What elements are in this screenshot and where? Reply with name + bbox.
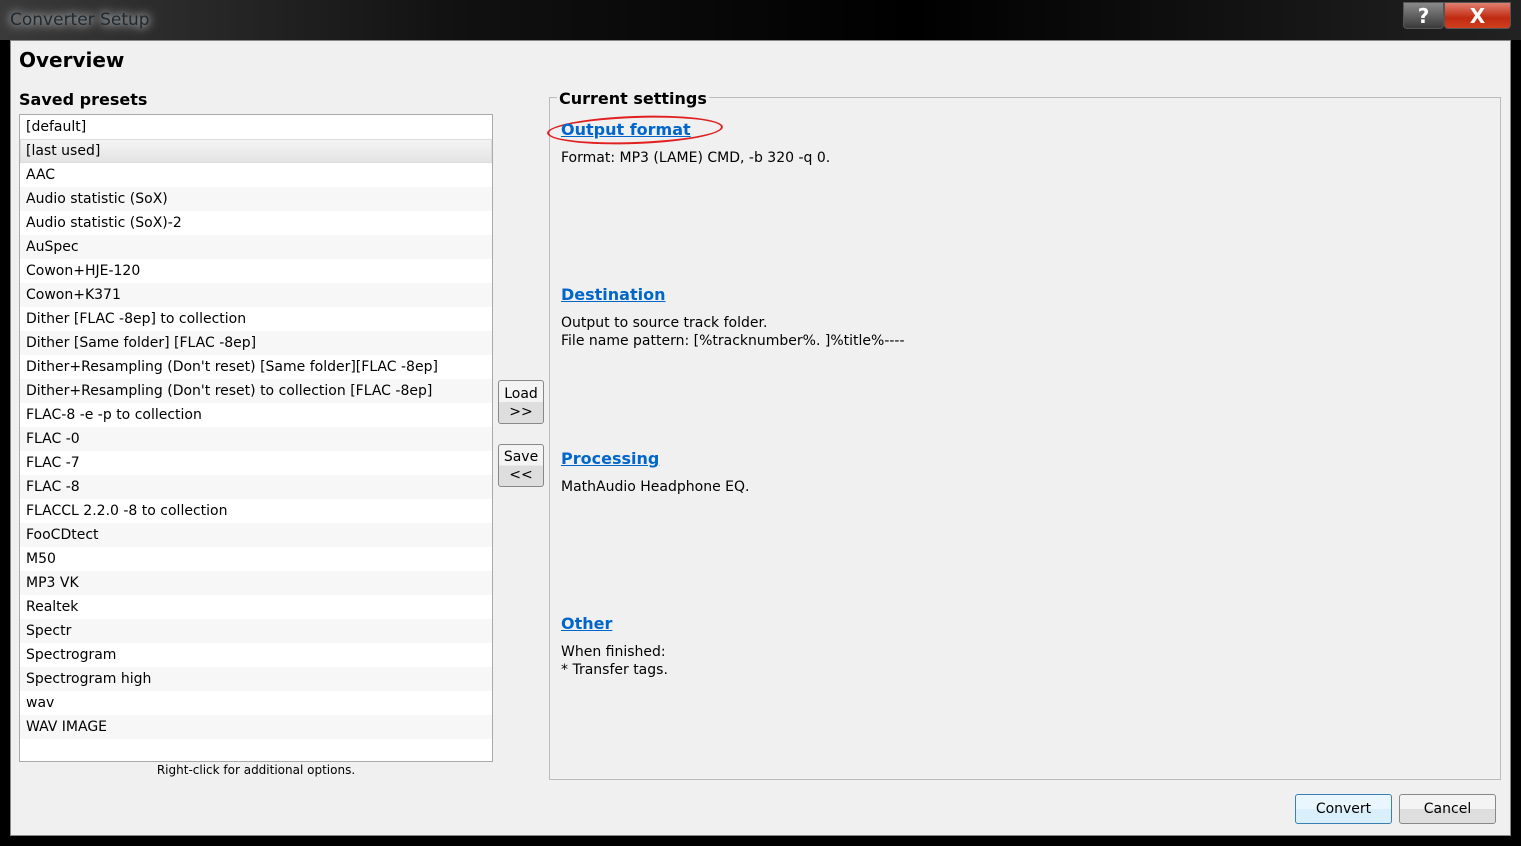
window-title: Converter Setup xyxy=(10,10,150,30)
preset-item[interactable]: Audio statistic (SoX) xyxy=(20,187,492,211)
preset-item[interactable]: Spectrogram high xyxy=(20,667,492,691)
preset-item[interactable]: Dither [Same folder] [FLAC -8ep] xyxy=(20,331,492,355)
preset-item[interactable]: FLAC-8 -e -p to collection xyxy=(20,403,492,427)
preset-item[interactable]: MP3 VK xyxy=(20,571,492,595)
preset-item[interactable]: Realtek xyxy=(20,595,492,619)
output-format-link[interactable]: Output format xyxy=(561,120,691,139)
other-section: Other When finished: * Transfer tags. xyxy=(561,614,668,679)
output-format-text: Format: MP3 (LAME) CMD, -b 320 -q 0. xyxy=(561,149,830,167)
processing-section: Processing MathAudio Headphone EQ. xyxy=(561,449,749,496)
preset-item[interactable]: [last used] xyxy=(20,139,492,163)
preset-item[interactable]: Cowon+HJE-120 xyxy=(20,259,492,283)
preset-item[interactable]: [default] xyxy=(20,115,492,139)
preset-item[interactable]: AAC xyxy=(20,163,492,187)
load-button[interactable]: Load >> xyxy=(498,380,544,424)
preset-item[interactable]: M50 xyxy=(20,547,492,571)
preset-item[interactable]: Dither+Resampling (Don't reset) [Same fo… xyxy=(20,355,492,379)
preset-item[interactable]: Spectrogram xyxy=(20,643,492,667)
preset-item[interactable]: FLACCL 2.2.0 -8 to collection xyxy=(20,499,492,523)
processing-link[interactable]: Processing xyxy=(561,449,659,468)
filename-pattern-line: File name pattern: [%tracknumber%. ]%tit… xyxy=(561,333,905,349)
preset-item[interactable]: Dither [FLAC -8ep] to collection xyxy=(20,307,492,331)
help-button[interactable]: ? xyxy=(1403,2,1444,29)
preset-item[interactable]: FooCDtect xyxy=(20,523,492,547)
load-label: Load xyxy=(504,386,538,402)
destination-line: Output to source track folder. xyxy=(561,315,768,331)
dialog-body: Overview Saved presets [default] [last us… xyxy=(10,40,1511,836)
current-settings-heading: Current settings xyxy=(557,89,709,108)
preset-item[interactable]: wav xyxy=(20,691,492,715)
presets-heading: Saved presets xyxy=(19,90,148,109)
other-text: When finished: * Transfer tags. xyxy=(561,643,668,679)
close-button[interactable]: X xyxy=(1444,2,1511,29)
output-format-section: Output format Format: MP3 (LAME) CMD, -b… xyxy=(561,120,830,167)
processing-line: MathAudio Headphone EQ. xyxy=(561,479,750,495)
current-settings-group xyxy=(549,97,1501,780)
when-finished-line: When finished: xyxy=(561,644,666,660)
load-arrows: >> xyxy=(509,404,533,420)
destination-section: Destination Output to source track folde… xyxy=(561,285,905,350)
title-bar: Converter Setup ? X xyxy=(0,0,1521,40)
presets-hint: Right-click for additional options. xyxy=(156,763,356,777)
destination-text: Output to source track folder. File name … xyxy=(561,314,905,350)
other-link[interactable]: Other xyxy=(561,614,612,633)
preset-item[interactable]: FLAC -7 xyxy=(20,451,492,475)
destination-link[interactable]: Destination xyxy=(561,285,666,304)
transfer-tags-line: * Transfer tags. xyxy=(561,662,668,678)
preset-item[interactable]: Audio statistic (SoX)-2 xyxy=(20,211,492,235)
save-button[interactable]: Save << xyxy=(498,444,544,487)
save-label: Save xyxy=(503,449,539,465)
page-title: Overview xyxy=(19,48,125,72)
preset-item[interactable]: AuSpec xyxy=(20,235,492,259)
convert-button[interactable]: Convert xyxy=(1295,794,1392,824)
preset-item[interactable]: WAV IMAGE xyxy=(20,715,492,739)
preset-item[interactable]: FLAC -8 xyxy=(20,475,492,499)
preset-item[interactable]: Dither+Resampling (Don't reset) to colle… xyxy=(20,379,492,403)
preset-item[interactable]: FLAC -0 xyxy=(20,427,492,451)
preset-item[interactable]: Spectr xyxy=(20,619,492,643)
presets-list[interactable]: [default] [last used] AAC Audio statistic (… xyxy=(19,114,493,762)
preset-item[interactable]: Cowon+K371 xyxy=(20,283,492,307)
format-line: Format: MP3 (LAME) CMD, -b 320 -q 0. xyxy=(561,150,831,166)
cancel-button[interactable]: Cancel xyxy=(1399,794,1496,824)
processing-text: MathAudio Headphone EQ. xyxy=(561,478,749,496)
save-arrows: << xyxy=(509,467,533,483)
